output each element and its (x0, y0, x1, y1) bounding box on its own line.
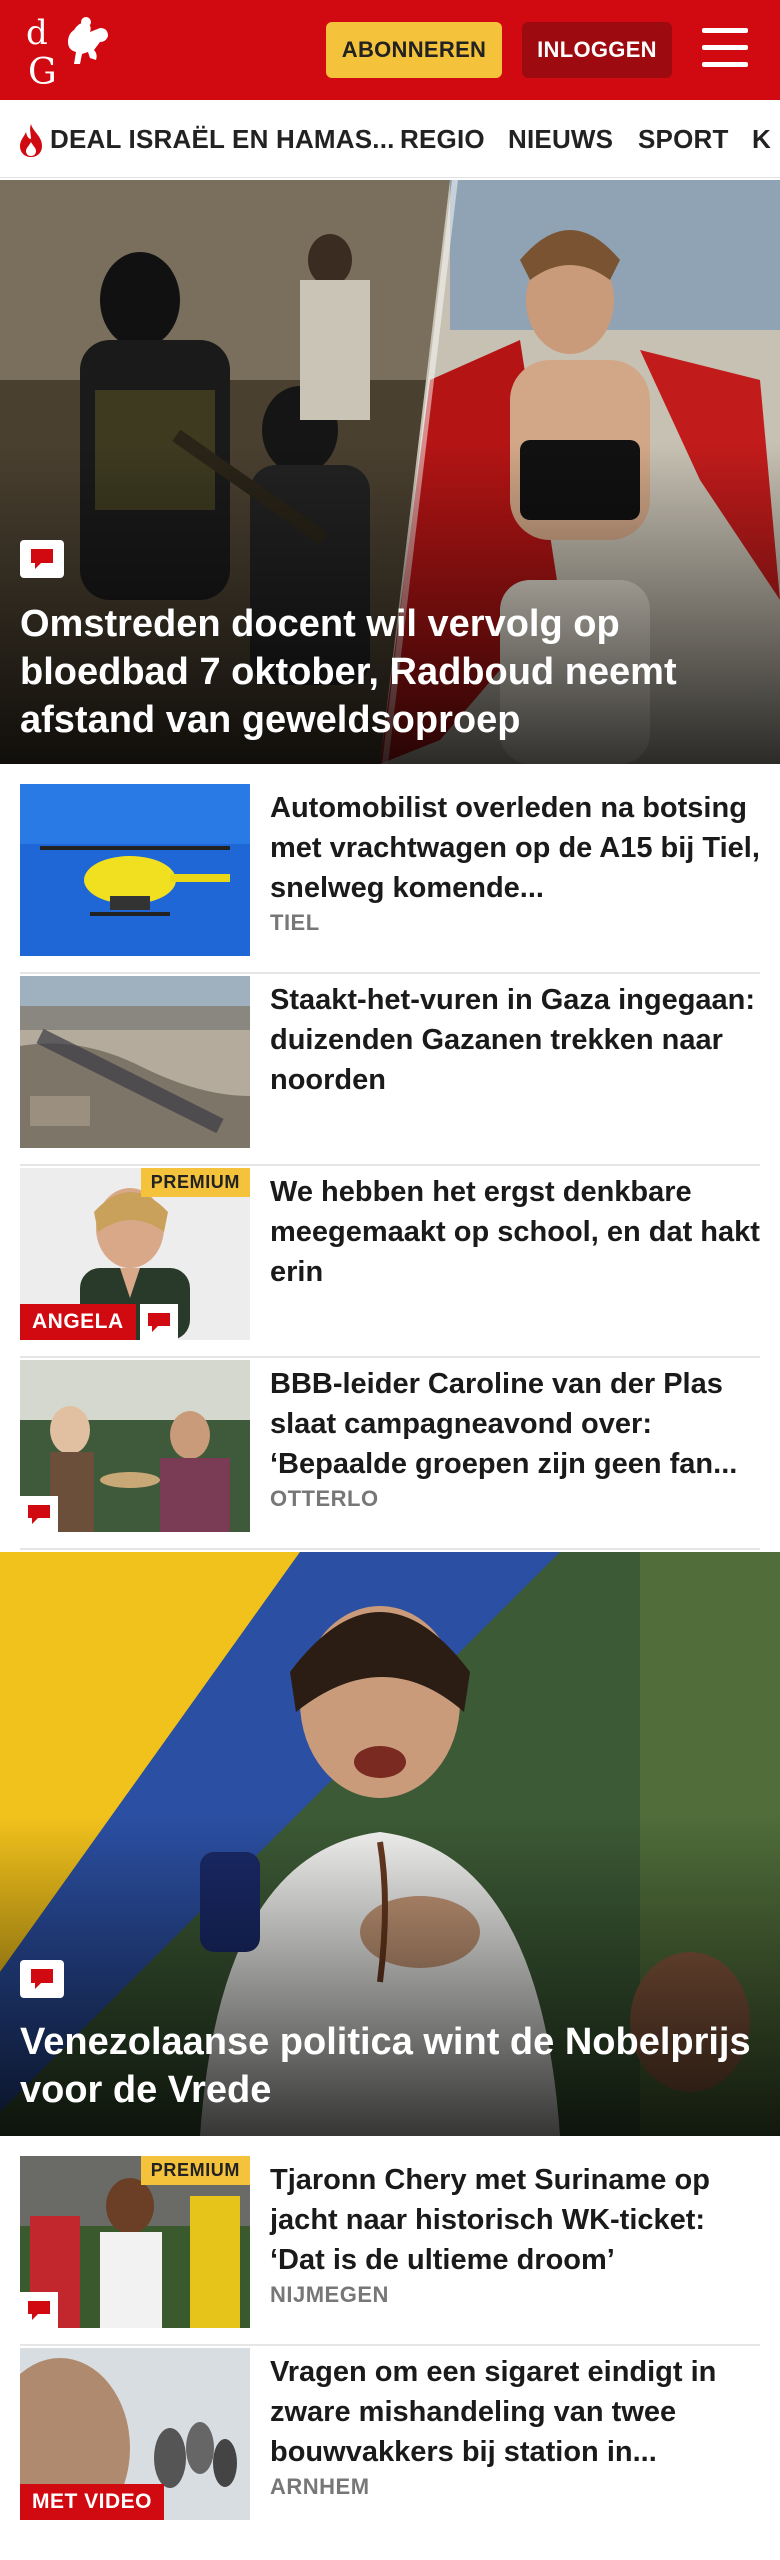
article-thumbnail: MET VIDEO (20, 2348, 250, 2520)
comment-icon (20, 2292, 58, 2328)
article-title[interactable]: Vragen om een sigaret eindigt in zware m… (270, 2352, 760, 2472)
author-label: ANGELA (20, 1304, 136, 1340)
nav-item-sport[interactable]: SPORT (638, 124, 729, 155)
hero-title[interactable]: Omstreden docent wil vervolg op bloedbad… (20, 600, 756, 744)
article-title[interactable]: We hebben het ergst denkbare meegemaakt … (270, 1172, 760, 1292)
nav-item-regio[interactable]: REGIO (400, 124, 485, 155)
dg-logo[interactable]: d G (22, 10, 118, 90)
article-thumbnail: PREMIUM ANGELA (20, 1168, 250, 1340)
section-nav: DEAL ISRAËL EN HAMAS... REGIO NIEUWS SPO… (0, 100, 780, 178)
comment-icon (20, 540, 64, 578)
article-card[interactable]: PREMIUM ANGELA We hebben het ergst denkb… (20, 1168, 760, 1358)
article-card[interactable]: MET VIDEO Vragen om een sigaret eindigt … (20, 2348, 760, 2538)
top-header: d G ABONNEREN INLOGGEN (0, 0, 780, 100)
nav-item-nieuws[interactable]: NIEUWS (508, 124, 613, 155)
article-location: NIJMEGEN (270, 2282, 389, 2307)
hero-article[interactable]: Venezolaanse politica wint de Nobelprijs… (0, 1552, 780, 2136)
article-thumbnail (20, 976, 250, 1148)
premium-badge: PREMIUM (140, 2156, 250, 2185)
article-card[interactable]: Automobilist overleden na botsing met vr… (20, 784, 760, 974)
article-card[interactable]: BBB-leider Caroline van der Plas slaat c… (20, 1360, 760, 1550)
svg-text:d: d (26, 13, 48, 53)
flame-icon (20, 124, 42, 157)
premium-badge: PREMIUM (140, 1168, 250, 1197)
article-thumbnail: PREMIUM (20, 2156, 250, 2328)
comment-icon (140, 1304, 178, 1340)
nav-item-deal-israel[interactable]: DEAL ISRAËL EN HAMAS... (50, 124, 395, 155)
hamburger-menu-icon[interactable] (698, 24, 752, 72)
hero-article[interactable]: Omstreden docent wil vervolg op bloedbad… (0, 180, 780, 764)
comment-icon (20, 1496, 58, 1532)
article-location: ARNHEM (270, 2474, 370, 2499)
article-card[interactable]: Staakt-het-vuren in Gaza ingegaan: duize… (20, 976, 760, 1166)
article-thumbnail (20, 1360, 250, 1532)
article-title[interactable]: BBB-leider Caroline van der Plas slaat c… (270, 1364, 760, 1484)
login-button[interactable]: INLOGGEN (522, 22, 672, 78)
article-location: TIEL (270, 910, 320, 935)
article-card[interactable]: PREMIUM Tjaronn Chery met Suriname op ja… (20, 2156, 760, 2346)
article-title[interactable]: Automobilist overleden na botsing met vr… (270, 788, 760, 908)
nav-item-more[interactable]: K (752, 124, 771, 155)
video-label: MET VIDEO (20, 2484, 165, 2520)
hero-title[interactable]: Venezolaanse politica wint de Nobelprijs… (20, 2018, 756, 2114)
comment-icon (20, 1960, 64, 1998)
article-title[interactable]: Staakt-het-vuren in Gaza ingegaan: duize… (270, 980, 760, 1100)
article-title[interactable]: Tjaronn Chery met Suriname op jacht naar… (270, 2160, 760, 2280)
article-thumbnail (20, 784, 250, 956)
article-location: OTTERLO (270, 1486, 379, 1511)
subscribe-button[interactable]: ABONNEREN (326, 22, 502, 78)
svg-text:G: G (28, 52, 57, 90)
